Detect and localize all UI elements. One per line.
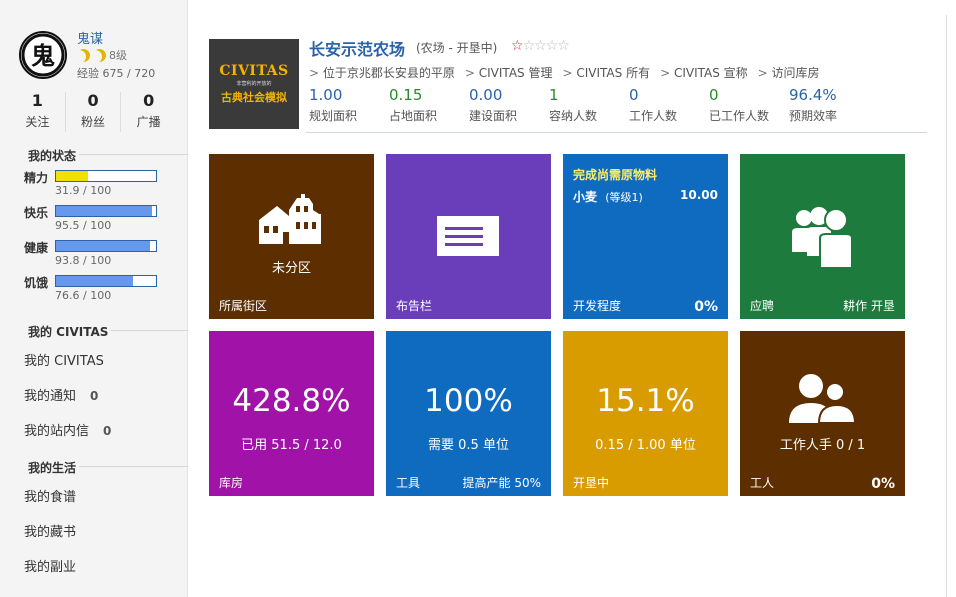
breadcrumb-location[interactable]: 位于京兆郡长安县的平原 <box>309 64 455 81</box>
metric-efficiency: 96.4% 预期效率 <box>789 86 838 123</box>
divider <box>306 132 927 133</box>
sidebar: 鬼 鬼谋 8级 经验 675 / 720 1 关注 0 粉丝 0 广播 我的状态… <box>0 0 188 597</box>
tile-reclaiming[interactable]: 15.1% 0.15 / 1.00 单位 开垦中 <box>563 331 728 496</box>
broadcast-count[interactable]: 0 广播 <box>121 92 176 132</box>
menu-my-books[interactable]: 我的藏书 <box>24 521 76 540</box>
tile-district[interactable]: 未分区 所属街区 <box>209 154 374 319</box>
tools-percent: 100% <box>424 383 513 419</box>
stat-bar <box>55 240 157 252</box>
stat-bar <box>55 205 157 217</box>
social-counts: 1 关注 0 粉丝 0 广播 <box>10 92 176 132</box>
breadcrumb: 位于京兆郡长安县的平原 CIVITAS 管理 CIVITAS 所有 CIVITA… <box>309 64 830 81</box>
farm-title[interactable]: 长安示范农场 <box>309 36 405 60</box>
house-icon <box>259 194 321 244</box>
star-empty-icon: ☆ <box>545 38 559 54</box>
metric-capacity: 1 容纳人数 <box>549 86 598 123</box>
tile-development[interactable]: 完成尚需原物料 小麦 (等级1) 10.00 开发程度 0% <box>563 154 728 319</box>
section-title-status: 我的状态 <box>10 147 188 163</box>
metric-workers: 0 工作人数 <box>629 86 678 123</box>
menu-my-sideline[interactable]: 我的副业 <box>24 556 76 575</box>
breadcrumb-claim[interactable]: CIVITAS 宣称 <box>660 64 748 81</box>
metric-built-area: 0.00 建设面积 <box>469 86 518 123</box>
development-percent: 0% <box>694 299 718 315</box>
section-title-civitas: 我的 CIVITAS <box>10 323 188 339</box>
reclaim-percent: 15.1% <box>596 383 695 419</box>
menu-my-messages[interactable]: 我的站内信 0 <box>24 420 111 439</box>
experience-text: 经验 675 / 720 <box>77 67 156 80</box>
username-link[interactable]: 鬼谋 <box>77 28 103 47</box>
tile-recruitment[interactable]: 应聘 耕作 开垦 <box>740 154 905 319</box>
material-level: (等级1) <box>605 191 643 204</box>
star-empty-icon: ☆ <box>557 38 570 54</box>
avatar-calligraphy-icon: 鬼 <box>21 33 65 77</box>
breadcrumb-manage[interactable]: CIVITAS 管理 <box>465 64 553 81</box>
material-quantity: 10.00 <box>680 188 718 202</box>
stat-bar <box>55 170 157 182</box>
tile-tools[interactable]: 100% 需要 0.5 单位 工具 提高产能 50% <box>386 331 551 496</box>
rating-stars[interactable]: ☆☆☆☆☆ <box>511 38 570 54</box>
bulletin-icon <box>437 216 499 256</box>
farm-metrics: 1.00 规划面积 0.15 占地面积 0.00 建设面积 1 容纳人数 0 工作人数 0… <box>309 85 869 124</box>
moon-icon <box>91 46 109 64</box>
two-people-icon <box>789 374 855 424</box>
message-count: 0 <box>103 424 112 438</box>
tile-workers[interactable]: 工作人手 0 / 1 工人 0% <box>740 331 905 496</box>
user-level: 8级 <box>77 47 127 63</box>
moon-icon <box>75 46 93 64</box>
star-filled-icon: ☆ <box>511 38 524 54</box>
avatar[interactable]: 鬼 <box>19 31 67 79</box>
metric-worked: 0 已工作人数 <box>709 86 770 123</box>
stat-bar <box>55 275 157 287</box>
notification-count: 0 <box>90 389 99 403</box>
section-title-life: 我的生活 <box>10 459 188 475</box>
level-text: 8级 <box>109 49 127 62</box>
metric-planned-area: 1.00 规划面积 <box>309 86 358 123</box>
menu-my-recipes[interactable]: 我的食谱 <box>24 486 76 505</box>
metric-occupied-area: 0.15 占地面积 <box>389 86 438 123</box>
storage-percent: 428.8% <box>232 383 351 419</box>
menu-my-notifications[interactable]: 我的通知 0 <box>24 385 98 404</box>
farm-subtitle: (农场 - 开垦中) <box>416 41 498 55</box>
group-people-icon <box>792 207 852 269</box>
workers-percent: 0% <box>871 476 895 492</box>
follow-count[interactable]: 1 关注 <box>10 92 66 132</box>
star-empty-icon: ☆ <box>522 38 536 54</box>
fans-count[interactable]: 0 粉丝 <box>66 92 122 132</box>
breadcrumb-owner[interactable]: CIVITAS 所有 <box>562 64 650 81</box>
tile-bulletin-board[interactable]: 布告栏 <box>386 154 551 319</box>
material-name: 小麦 <box>573 190 598 204</box>
menu-my-civitas[interactable]: 我的 CIVITAS <box>24 350 104 369</box>
civitas-logo: CIVITAS 非营利的开放的 古典社会模拟 <box>209 39 299 129</box>
tile-storage[interactable]: 428.8% 已用 51.5 / 12.0 库房 <box>209 331 374 496</box>
svg-text:鬼: 鬼 <box>31 41 55 70</box>
star-empty-icon: ☆ <box>534 38 547 54</box>
main-panel: CIVITAS 非营利的开放的 古典社会模拟 长安示范农场 (农场 - 开垦中)… <box>190 15 947 597</box>
breadcrumb-visit-storage[interactable]: 访问库房 <box>758 64 820 81</box>
